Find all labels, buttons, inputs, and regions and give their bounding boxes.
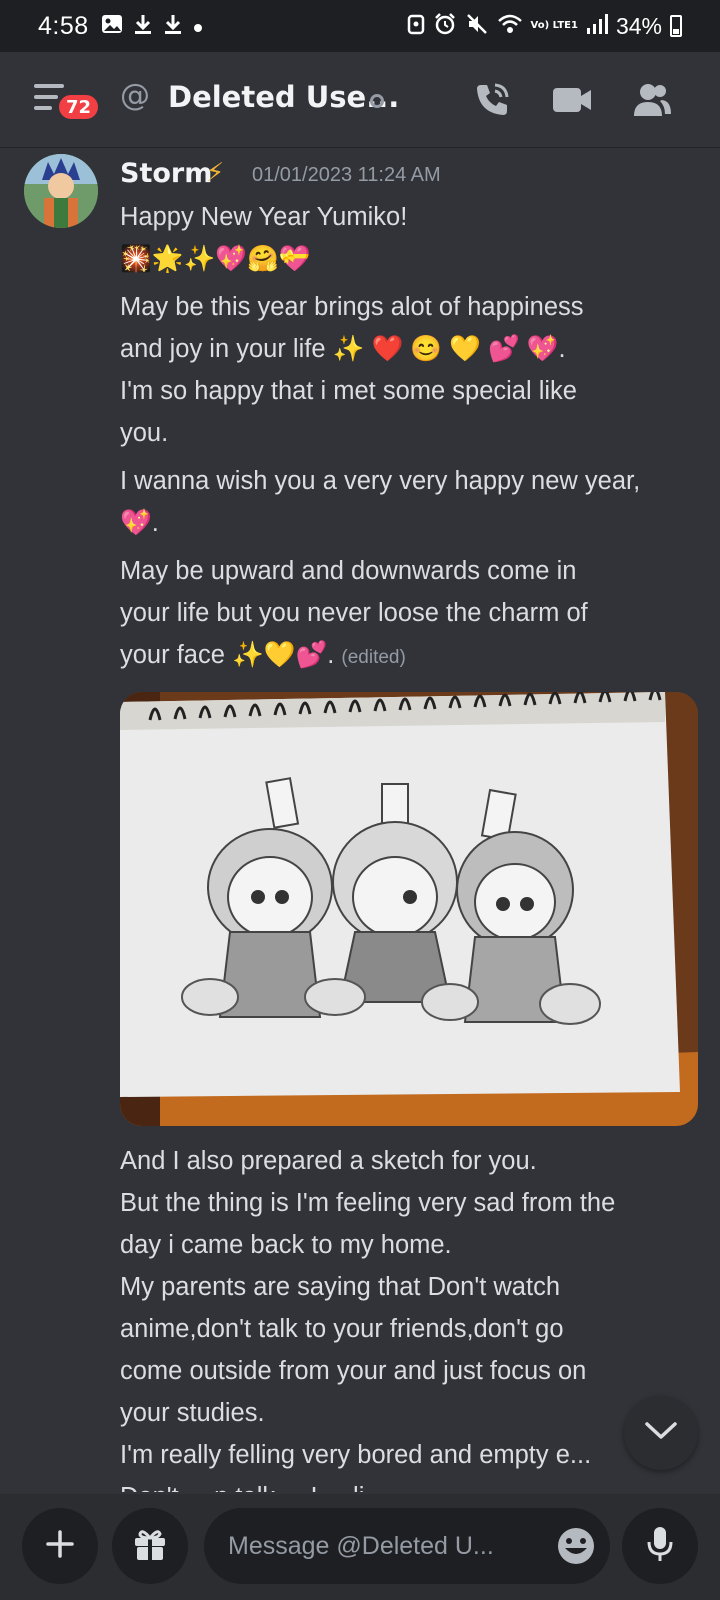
at-icon: @ (120, 78, 150, 113)
jump-to-present-button[interactable] (624, 1396, 698, 1470)
lock-icon (407, 13, 425, 40)
message-line: day i came back to my home. (120, 1231, 452, 1259)
message-line-text: your face ✨💛💕. (120, 641, 335, 669)
message-author[interactable]: Storm (120, 158, 212, 189)
download-icon (133, 13, 153, 40)
network-type: Vo) LTE1 (530, 20, 578, 31)
emoji-icon[interactable] (556, 1526, 596, 1566)
message-line: you. (120, 419, 169, 447)
lightning-icon: ⚡ (206, 158, 225, 188)
alarm-icon (433, 12, 457, 41)
battery-icon (670, 15, 682, 37)
status-bar: 4:58 Vo) LTE1 34% (0, 0, 720, 52)
channel-header: 72 @ Deleted Use... (0, 52, 720, 148)
dot-icon (193, 14, 203, 38)
avatar[interactable] (24, 154, 98, 228)
edited-label: (edited) (341, 647, 406, 668)
message-line: But the thing is I'm feeling very sad fr… (120, 1189, 616, 1217)
page-title[interactable]: Deleted Use... (168, 80, 399, 114)
message-line: May be upward and downwards come in (120, 557, 577, 585)
message-line: your face ✨💛💕. (edited) (120, 634, 700, 679)
message-input[interactable]: Message @Deleted U... (204, 1508, 610, 1584)
notification-icons (101, 13, 203, 40)
microphone-icon (646, 1526, 674, 1566)
message-timestamp: 01/01/2023 11:24 AM (252, 164, 441, 186)
message-line: your life but you never loose the charm … (120, 599, 588, 627)
battery-percentage: 34% (615, 12, 662, 39)
message-line: your studies. (120, 1399, 265, 1427)
message-line: I'm so happy that i met some special lik… (120, 377, 577, 405)
message-composer: Message @Deleted U... (0, 1494, 720, 1600)
gift-button[interactable] (112, 1508, 188, 1584)
offline-status-icon (370, 94, 384, 108)
message-content: Happy New Year Yumiko! 🎇🌟✨💖🤗💝 May be thi… (120, 196, 700, 679)
mute-icon (465, 12, 489, 41)
message-line: Don't ... n talk ... I ... li (120, 1476, 700, 1492)
signal-icon (586, 13, 608, 39)
message-line: I'm really felling very bored and empty … (120, 1441, 592, 1469)
video-camera-icon[interactable] (550, 78, 594, 122)
message-line: come outside from your and just focus on (120, 1357, 587, 1385)
message-line: And I also prepared a sketch for you. (120, 1147, 537, 1175)
chevron-down-icon (644, 1421, 678, 1445)
sketch-image-attachment[interactable] (120, 692, 698, 1126)
message-line: May be this year brings alot of happines… (120, 293, 584, 321)
notification-badge: 72 (56, 92, 102, 122)
emoji-line: 🎇🌟✨💖🤗💝 (120, 244, 311, 274)
download-icon (163, 13, 183, 40)
add-attachment-button[interactable] (22, 1508, 98, 1584)
message-content-continued: And I also prepared a sketch for you. Bu… (120, 1140, 700, 1492)
message-input-placeholder: Message @Deleted U... (228, 1531, 494, 1560)
message-line: I wanna wish you a very very happy new y… (120, 467, 641, 495)
members-icon[interactable] (630, 78, 674, 122)
wifi-icon (497, 13, 523, 40)
plus-icon (45, 1529, 75, 1563)
message-line: 💖. (120, 509, 159, 537)
phone-call-icon[interactable] (470, 78, 514, 122)
message-line: Happy New Year Yumiko! (120, 203, 408, 231)
gallery-icon (101, 13, 123, 40)
gift-icon (132, 1526, 168, 1566)
status-time: 4:58 (38, 11, 89, 40)
message-line: and joy in your life ✨ ❤️ 😊 💛 💕 💖. (120, 335, 566, 363)
system-icons: Vo) LTE1 34% (407, 12, 682, 41)
message-line: My parents are saying that Don't watch (120, 1273, 560, 1301)
voice-message-button[interactable] (622, 1508, 698, 1584)
message-line: anime,don't talk to your friends,don't g… (120, 1315, 564, 1343)
